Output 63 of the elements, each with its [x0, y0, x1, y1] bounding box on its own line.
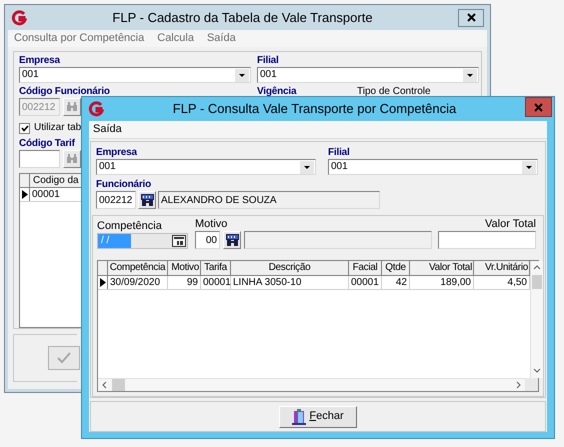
- field-label: Filial: [257, 55, 280, 66]
- search-button[interactable]: [223, 231, 241, 249]
- table-cell: 30/09/2020: [108, 276, 168, 289]
- field-label: Tipo de Controle: [357, 86, 431, 97]
- column-header[interactable]: Codigo da: [30, 174, 82, 187]
- field-label: Motivo: [195, 218, 228, 231]
- dropdown-field[interactable]: 001: [96, 159, 316, 175]
- column-header[interactable]: Tarifa: [201, 261, 231, 275]
- checkbox-label: Utilizar tab: [34, 122, 82, 134]
- table-cell: 42: [382, 276, 410, 289]
- column-header[interactable]: Valor Total: [410, 261, 474, 275]
- field-label: Código Tarif: [19, 138, 75, 149]
- dropdown-field[interactable]: 001: [257, 67, 479, 83]
- field-label: Valor Total: [485, 218, 536, 231]
- column-header[interactable]: Facial: [349, 261, 382, 275]
- table-cell: LINHA 3050-10: [231, 276, 349, 289]
- close-icon: [534, 102, 543, 112]
- input-field[interactable]: 00: [195, 231, 220, 249]
- text-field[interactable]: [244, 231, 432, 249]
- input-field[interactable]: 002212: [96, 191, 136, 209]
- search-button[interactable]: [138, 191, 156, 209]
- vertical-scrollbar[interactable]: [530, 261, 543, 378]
- door-icon: [292, 408, 306, 424]
- field-label: Empresa: [19, 55, 62, 66]
- checkmark-icon: [57, 352, 71, 364]
- column-header[interactable]: Motivo: [168, 261, 201, 275]
- table-cell: 99: [168, 276, 201, 289]
- field-label: Filial: [328, 147, 351, 158]
- menu-item[interactable]: Consulta por Competência: [14, 30, 144, 47]
- horizontal-scrollbar[interactable]: [98, 378, 525, 391]
- close-button[interactable]: [458, 8, 484, 26]
- window-title: FLP - Consulta Vale Transporte por Competência: [172, 100, 458, 118]
- text-field[interactable]: ALEXANDRO DE SOUZA: [158, 191, 380, 209]
- logo-icon: [11, 10, 27, 26]
- close-window-button[interactable]: Fechar: [279, 406, 357, 428]
- field-label: Funcionário: [96, 179, 152, 190]
- scrollbar-corner: [525, 378, 538, 391]
- dropdown-field[interactable]: 001: [328, 159, 538, 175]
- input-field[interactable]: [438, 231, 536, 249]
- field-label: Competência: [97, 220, 163, 233]
- input-field[interactable]: [19, 150, 60, 168]
- menu-item[interactable]: Saída: [93, 121, 122, 138]
- calendar-icon: [172, 235, 186, 247]
- table-cell-text: 00001: [31, 188, 61, 201]
- column-header[interactable]: Qtde: [382, 261, 410, 275]
- checkbox[interactable]: [19, 122, 30, 134]
- table-cell: 00001: [201, 276, 231, 289]
- close-icon: [466, 13, 476, 22]
- menu-item[interactable]: Calcula: [157, 30, 194, 47]
- field-label: Empresa: [96, 147, 138, 158]
- logo-icon: [88, 101, 104, 117]
- column-header[interactable]: Competência: [108, 261, 168, 275]
- window-title: FLP - Cadastro da Tabela de Vale Transporte: [111, 8, 374, 27]
- dropdown-field[interactable]: 001: [19, 67, 251, 83]
- menu-item[interactable]: Saída: [206, 30, 236, 47]
- scrollbar-thumb[interactable]: [532, 275, 542, 289]
- column-header[interactable]: Descrição: [231, 261, 349, 275]
- table-cell: 189,00: [410, 276, 474, 289]
- checkmark-icon: [20, 124, 28, 132]
- field-label: Vigência: [257, 86, 296, 97]
- field-label: Código Funcionário: [19, 86, 110, 97]
- scrollbar-thumb[interactable]: [112, 379, 125, 391]
- table-cell: 00001: [349, 276, 382, 289]
